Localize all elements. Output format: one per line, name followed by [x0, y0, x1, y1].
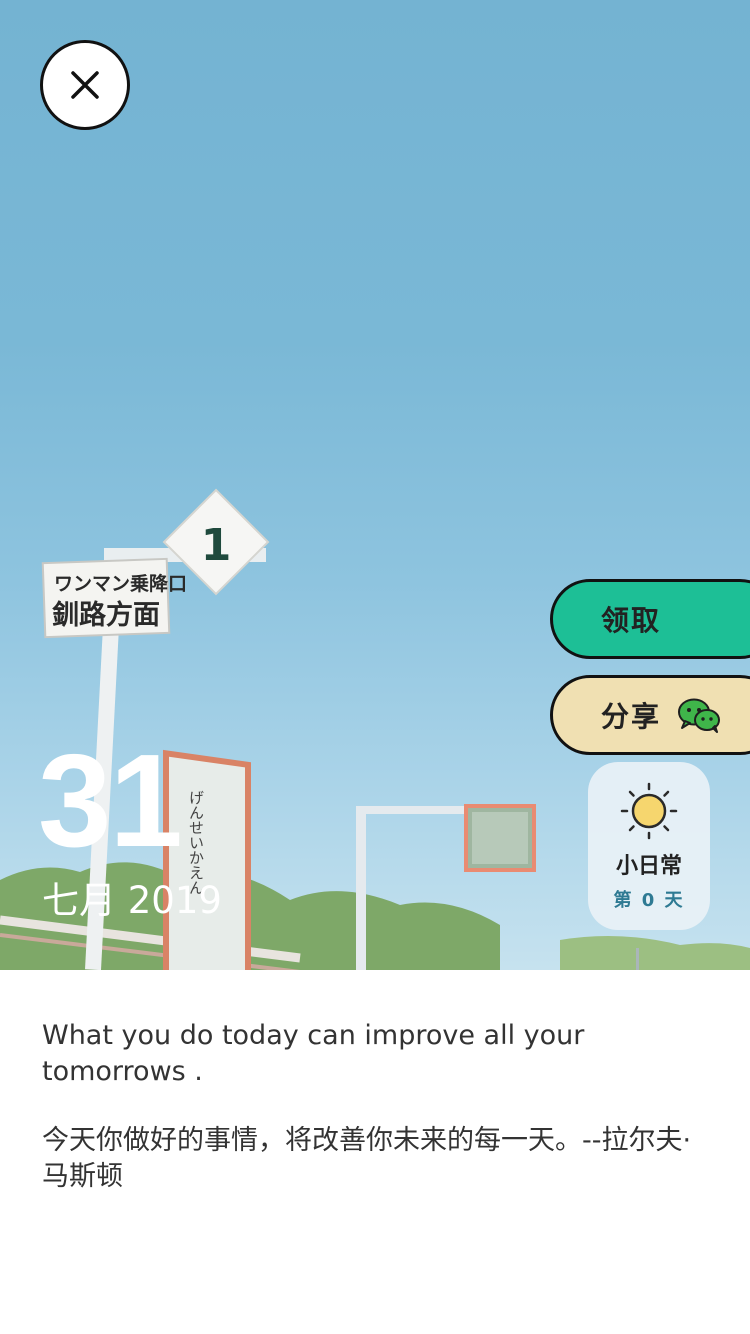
share-button[interactable]: 分享 — [550, 675, 750, 755]
quote-chinese: 今天你做好的事情，将改善你未来的每一天。--拉尔夫·马斯顿 — [42, 1125, 692, 1192]
quote-english: What you do today can improve all your t… — [42, 1020, 585, 1087]
day-number: 31 — [38, 727, 183, 874]
sun-icon — [620, 782, 678, 840]
wechat-icon — [677, 697, 721, 733]
share-button-label: 分享 — [601, 700, 662, 733]
station-sign-line1: ワンマン乗降口 — [54, 572, 187, 595]
station-sign-line2: 釧路方面 — [52, 599, 160, 631]
close-button[interactable] — [40, 40, 130, 130]
month-year: 七月 2019 — [42, 879, 222, 922]
quote-section: What you do today can improve all your t… — [42, 1018, 702, 1195]
close-icon — [71, 71, 99, 99]
mirror-reflection — [472, 812, 528, 864]
mirror-arm — [356, 806, 468, 814]
distant-pole — [636, 948, 639, 970]
bushes-right — [560, 936, 750, 970]
daily-title: 小日常 — [615, 854, 682, 879]
get-button-label: 领取 — [601, 604, 662, 637]
get-button[interactable]: 领取 — [550, 579, 750, 659]
daily-count: 第 0 天 — [613, 890, 685, 911]
diamond-number: 1 — [201, 520, 232, 571]
hero-photo: ワンマン乗降口 釧路方面 1 げんせいかえん 31 七月 2019 领取 分享 — [0, 0, 750, 970]
mirror-pole — [356, 808, 366, 970]
daily-habit-card[interactable]: 小日常 第 0 天 — [588, 762, 710, 930]
